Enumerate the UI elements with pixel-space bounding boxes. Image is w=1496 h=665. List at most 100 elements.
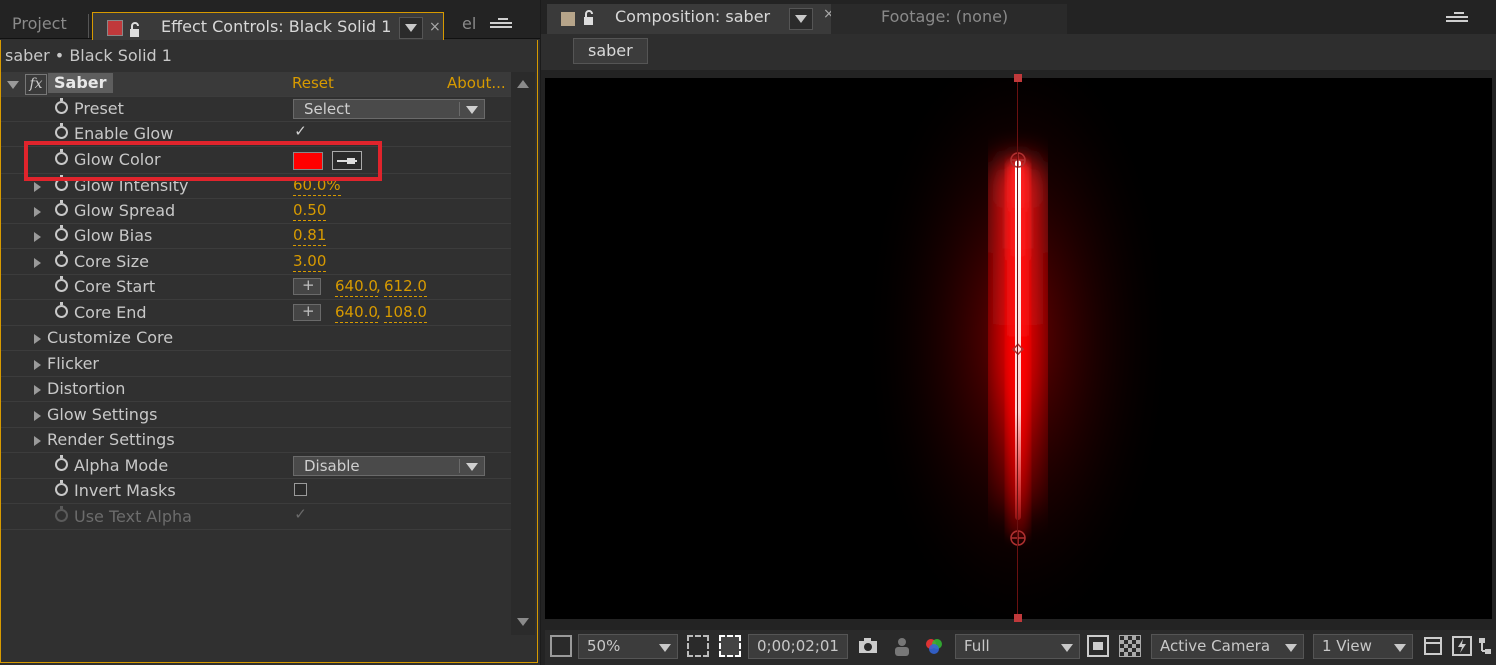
enable-glow-checkbox[interactable]: ✓ [294, 124, 307, 139]
camera-dropdown[interactable]: Active Camera [1151, 634, 1304, 659]
tab-divider [88, 14, 89, 38]
tab-effect-controls[interactable]: Effect Controls: Black Solid 1 × [92, 12, 444, 40]
layer-handle-bottom[interactable] [1014, 614, 1022, 622]
stopwatch-icon[interactable] [55, 480, 68, 496]
glow-spread-value[interactable]: 0.50 [293, 201, 327, 221]
expand-arrow-icon[interactable] [34, 207, 41, 217]
invert-masks-checkbox[interactable] [294, 483, 307, 496]
scroll-down-icon[interactable] [517, 618, 529, 626]
panel-menu-icon[interactable] [490, 16, 512, 30]
row-glow-spread: Glow Spread 0.50 [1, 199, 511, 224]
viewer-toolbar: 50% 0;00;02;01 Full Active Camera 1 View [545, 630, 1496, 665]
group-customize-core[interactable]: Customize Core [1, 326, 511, 351]
stopwatch-icon[interactable] [55, 200, 68, 216]
lock-icon[interactable] [583, 10, 599, 26]
row-core-start: Core Start 640.0 , 612.0 [1, 275, 511, 300]
highlight-box [24, 141, 382, 181]
composition-viewer[interactable] [545, 78, 1492, 619]
expand-arrow-icon[interactable] [34, 334, 41, 344]
show-snapshot-icon[interactable] [891, 635, 913, 657]
resolution-dropdown[interactable]: Full [955, 634, 1080, 659]
stopwatch-icon[interactable] [55, 251, 68, 267]
tab-dropdown-button[interactable] [789, 8, 813, 30]
row-core-end: Core End 640.0 , 108.0 [1, 301, 511, 326]
comp-breadcrumb[interactable]: saber [573, 38, 648, 64]
row-invert-masks: Invert Masks [1, 479, 511, 504]
expand-arrow-icon[interactable] [34, 232, 41, 242]
lock-icon[interactable] [129, 19, 145, 37]
timecode-display[interactable]: 0;00;02;01 [748, 634, 848, 659]
core-size-value[interactable]: 3.00 [293, 252, 327, 272]
close-icon[interactable]: × [429, 13, 441, 41]
always-preview-icon[interactable] [550, 635, 572, 657]
crosshair-icon[interactable] [293, 302, 321, 321]
core-start-y[interactable]: 612.0 [384, 277, 427, 297]
effect-name[interactable]: Saber [48, 73, 113, 93]
layer-handle-top[interactable] [1014, 74, 1022, 82]
expand-arrow-icon[interactable] [34, 436, 41, 446]
transparency-grid-icon[interactable] [1119, 635, 1141, 657]
chevron-down-icon [659, 644, 671, 652]
expand-arrow-icon[interactable] [34, 258, 41, 268]
row-use-text-alpha: Use Text Alpha ✓ [1, 505, 511, 530]
preset-dropdown[interactable]: Select [293, 99, 485, 119]
right-tab-bar: Composition: saber × Footage: (none) [541, 0, 1496, 34]
group-distortion[interactable]: Distortion [1, 377, 511, 402]
stopwatch-icon[interactable] [55, 455, 68, 471]
scrollbar[interactable] [511, 72, 535, 635]
use-text-alpha-checkbox: ✓ [294, 505, 307, 523]
camera-snapshot-icon[interactable] [857, 635, 879, 657]
view-layout-dropdown[interactable]: 1 View [1313, 634, 1413, 659]
scroll-up-icon[interactable] [517, 80, 529, 88]
core-end-x[interactable]: 640.0 [335, 303, 378, 323]
region-of-interest-icon[interactable] [719, 635, 741, 657]
pixel-aspect-icon[interactable] [1422, 635, 1444, 657]
stopwatch-icon[interactable] [55, 302, 68, 318]
crosshair-icon[interactable] [293, 276, 321, 295]
effect-header-row[interactable]: fx Saber Reset About... [1, 72, 511, 97]
chevron-down-icon [1394, 644, 1406, 652]
layer-bounds-line [1017, 82, 1018, 614]
tab-composition[interactable]: Composition: saber × [547, 4, 835, 34]
chevron-down-icon [1061, 644, 1073, 652]
group-render-settings[interactable]: Render Settings [1, 428, 511, 453]
fast-render-icon[interactable] [1451, 635, 1473, 657]
group-flicker[interactable]: Flicker [1, 352, 511, 377]
expand-arrow-icon[interactable] [34, 360, 41, 370]
fit-icon[interactable] [687, 635, 709, 657]
tab-footage[interactable]: Footage: (none) [831, 4, 1067, 34]
fx-icon[interactable]: fx [25, 74, 47, 95]
about-button[interactable]: About... [447, 74, 506, 93]
row-alpha-mode: Alpha Mode Disable [1, 454, 511, 479]
alpha-mode-dropdown[interactable]: Disable [293, 456, 485, 476]
comp-breadcrumb-bar: saber [541, 34, 1496, 70]
reset-button[interactable]: Reset [292, 74, 334, 93]
flowchart-icon[interactable] [1477, 635, 1493, 657]
row-glow-bias: Glow Bias 0.81 [1, 224, 511, 249]
collapse-arrow-icon[interactable] [7, 81, 19, 89]
row-preset: Preset Select [1, 97, 511, 122]
glow-bias-value[interactable]: 0.81 [293, 226, 327, 246]
group-glow-settings[interactable]: Glow Settings [1, 403, 511, 428]
row-core-size: Core Size 3.00 [1, 250, 511, 275]
zoom-dropdown[interactable]: 50% [578, 634, 678, 659]
tab-other[interactable]: el [462, 10, 476, 38]
tab-project[interactable]: Project [12, 10, 67, 38]
chevron-down-icon [405, 24, 417, 32]
stopwatch-icon[interactable] [55, 98, 68, 114]
chevron-down-icon [795, 15, 807, 23]
tab-dropdown-button[interactable] [399, 17, 423, 39]
core-start-x[interactable]: 640.0 [335, 277, 378, 297]
expand-arrow-icon[interactable] [34, 385, 41, 395]
stopwatch-icon[interactable] [55, 276, 68, 292]
expand-arrow-icon[interactable] [34, 182, 41, 192]
stopwatch-icon [55, 506, 68, 522]
expand-arrow-icon[interactable] [34, 411, 41, 421]
chevron-down-icon [466, 463, 478, 471]
fast-preview-icon[interactable] [1087, 635, 1109, 657]
stopwatch-icon[interactable] [55, 123, 68, 139]
channels-icon[interactable] [923, 635, 945, 657]
stopwatch-icon[interactable] [55, 225, 68, 241]
panel-menu-icon[interactable] [1446, 10, 1468, 24]
core-end-y[interactable]: 108.0 [384, 303, 427, 323]
